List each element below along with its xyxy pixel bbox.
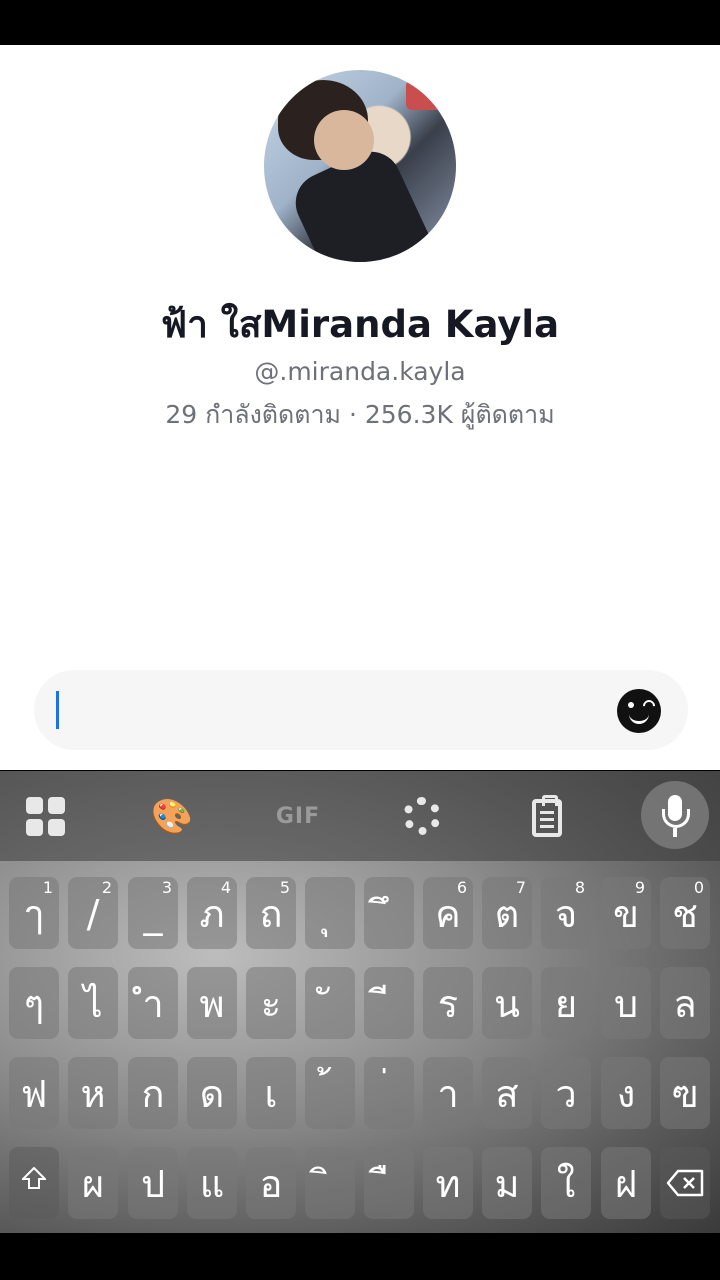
- key[interactable]: จ8: [541, 877, 591, 949]
- key[interactable]: ช0: [660, 877, 710, 949]
- key[interactable]: ก: [128, 1057, 178, 1129]
- key[interactable]: ท: [423, 1147, 473, 1219]
- key[interactable]: ื: [364, 1147, 414, 1219]
- followers-label[interactable]: ผู้ติดตาม: [461, 400, 555, 429]
- profile-stats: 29 กำลังติดตาม · 256.3K ผู้ติดตาม: [0, 395, 720, 435]
- key[interactable]: ต7: [482, 877, 532, 949]
- key[interactable]: /2: [68, 877, 118, 949]
- key[interactable]: ไ: [68, 967, 118, 1039]
- key[interactable]: ่: [364, 1057, 414, 1129]
- key[interactable]: ฃ: [660, 1057, 710, 1129]
- key[interactable]: ฝ: [601, 1147, 651, 1219]
- key[interactable]: ผ: [68, 1147, 118, 1219]
- text-caret: [56, 691, 59, 729]
- key[interactable]: ห: [68, 1057, 118, 1129]
- profile-display-name: ฟ้า ใสMiranda Kayla: [160, 303, 560, 346]
- status-bar: [0, 0, 720, 45]
- key[interactable]: ิ: [305, 1147, 355, 1219]
- key[interactable]: ฟ: [9, 1057, 59, 1129]
- keyboard-toolbar: 🎨 GIF: [0, 771, 720, 861]
- key[interactable]: า: [423, 1057, 473, 1129]
- key[interactable]: ้: [305, 1057, 355, 1129]
- thai-keyboard: 🎨 GIF ๅ1 /2 _3 ภ4 ถ5 ุ ึ ค6 ต7 จ8 ข9 ช0 …: [0, 771, 720, 1233]
- key[interactable]: ุ: [305, 877, 355, 949]
- key[interactable]: ค6: [423, 877, 473, 949]
- profile-username: @.miranda.kayla: [254, 357, 466, 386]
- avatar[interactable]: [264, 70, 456, 262]
- key[interactable]: ๆ: [9, 967, 59, 1039]
- key[interactable]: ง: [601, 1057, 651, 1129]
- key[interactable]: ภ4: [187, 877, 237, 949]
- key[interactable]: พ: [187, 967, 237, 1039]
- microphone-icon[interactable]: [641, 781, 709, 849]
- key[interactable]: อ: [246, 1147, 296, 1219]
- key[interactable]: ป: [128, 1147, 178, 1219]
- grid-apps-icon[interactable]: [26, 797, 66, 837]
- key[interactable]: ม: [482, 1147, 532, 1219]
- key[interactable]: ะ: [246, 967, 296, 1039]
- smiley-face-icon[interactable]: [617, 689, 661, 733]
- gif-button[interactable]: GIF: [270, 795, 326, 839]
- clipboard-icon[interactable]: [532, 795, 562, 837]
- followers-count[interactable]: 256.3K: [365, 400, 453, 429]
- avatar-background-detail: [406, 80, 446, 110]
- key[interactable]: ว: [541, 1057, 591, 1129]
- key[interactable]: ย: [541, 967, 591, 1039]
- key[interactable]: _ 3: [128, 877, 178, 949]
- key[interactable]: ล: [660, 967, 710, 1039]
- key[interactable]: เ: [246, 1057, 296, 1129]
- key[interactable]: ั: [305, 967, 355, 1039]
- stats-separator: ·: [348, 400, 357, 429]
- key[interactable]: แ: [187, 1147, 237, 1219]
- following-count[interactable]: 29: [165, 400, 197, 429]
- backspace-icon[interactable]: [660, 1147, 710, 1219]
- key[interactable]: ๅ1: [9, 877, 59, 949]
- key[interactable]: ถ5: [246, 877, 296, 949]
- key[interactable]: ข9: [601, 877, 651, 949]
- key[interactable]: ส: [482, 1057, 532, 1129]
- navigation-bar: [0, 1233, 720, 1280]
- key[interactable]: ใ: [541, 1147, 591, 1219]
- following-label[interactable]: กำลังติดตาม: [205, 400, 341, 429]
- palette-icon[interactable]: 🎨: [150, 795, 194, 839]
- key[interactable]: ำ: [128, 967, 178, 1039]
- key[interactable]: ด: [187, 1057, 237, 1129]
- avatar-face: [314, 110, 374, 170]
- shift-arrow-icon[interactable]: [9, 1147, 59, 1219]
- profile-page: ฟ้า ใสMiranda Kayla @.miranda.kayla 29 ก…: [0, 45, 720, 770]
- key[interactable]: ึ: [364, 877, 414, 949]
- key[interactable]: บ: [601, 967, 651, 1039]
- key[interactable]: ร: [423, 967, 473, 1039]
- gear-icon[interactable]: [403, 797, 441, 835]
- message-input[interactable]: [34, 670, 688, 750]
- key[interactable]: ี: [364, 967, 414, 1039]
- key[interactable]: น: [482, 967, 532, 1039]
